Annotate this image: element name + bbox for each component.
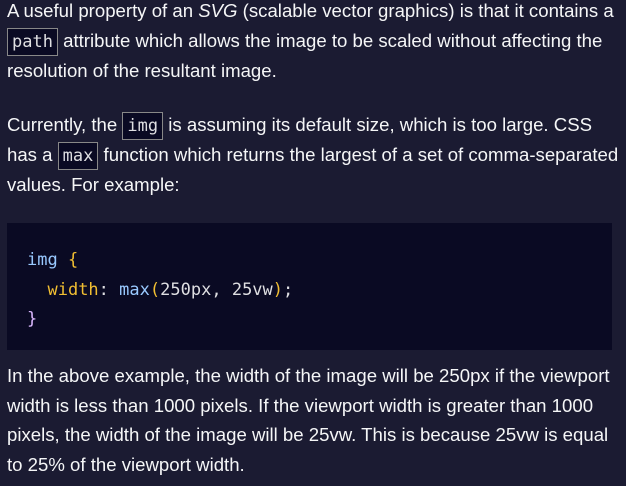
code-property: width bbox=[47, 279, 99, 300]
emphasis-svg: SVG bbox=[198, 0, 238, 21]
code-arg-2: 25vw bbox=[231, 279, 273, 300]
code-open-paren: ( bbox=[149, 279, 161, 300]
text: function which returns the largest of a … bbox=[7, 144, 619, 195]
paragraph-svg-intro: A useful property of an SVG (scalable ve… bbox=[7, 0, 619, 85]
paragraph-explanation: In the above example, the width of the i… bbox=[7, 365, 610, 476]
code-comma: , bbox=[211, 279, 222, 300]
code-semicolon: ; bbox=[283, 279, 294, 300]
inline-code-img: img bbox=[122, 112, 164, 140]
text: attribute which allows the image to be s… bbox=[7, 29, 603, 81]
code-open-brace: { bbox=[67, 250, 79, 270]
code-close-paren: ) bbox=[272, 279, 284, 300]
inline-code-path: path bbox=[7, 27, 58, 56]
paragraph-max-function: Currently, the img is assuming its defau… bbox=[7, 110, 619, 200]
code-example-block: img { width: max(250px, 25vw); } bbox=[7, 223, 612, 350]
code-close-brace: } bbox=[27, 309, 38, 329]
code-colon: : bbox=[98, 279, 109, 300]
text: A useful property of an bbox=[7, 0, 199, 21]
code-arg-1: 250px bbox=[160, 279, 212, 300]
lesson-content: A useful property of an SVG (scalable ve… bbox=[0, 0, 626, 486]
text: Currently, the bbox=[7, 114, 123, 135]
code-selector: img bbox=[27, 250, 58, 270]
inline-code-max: max bbox=[57, 142, 99, 170]
code-function: max bbox=[119, 279, 150, 300]
text: (scalable vector graphics) is that it co… bbox=[237, 0, 614, 21]
